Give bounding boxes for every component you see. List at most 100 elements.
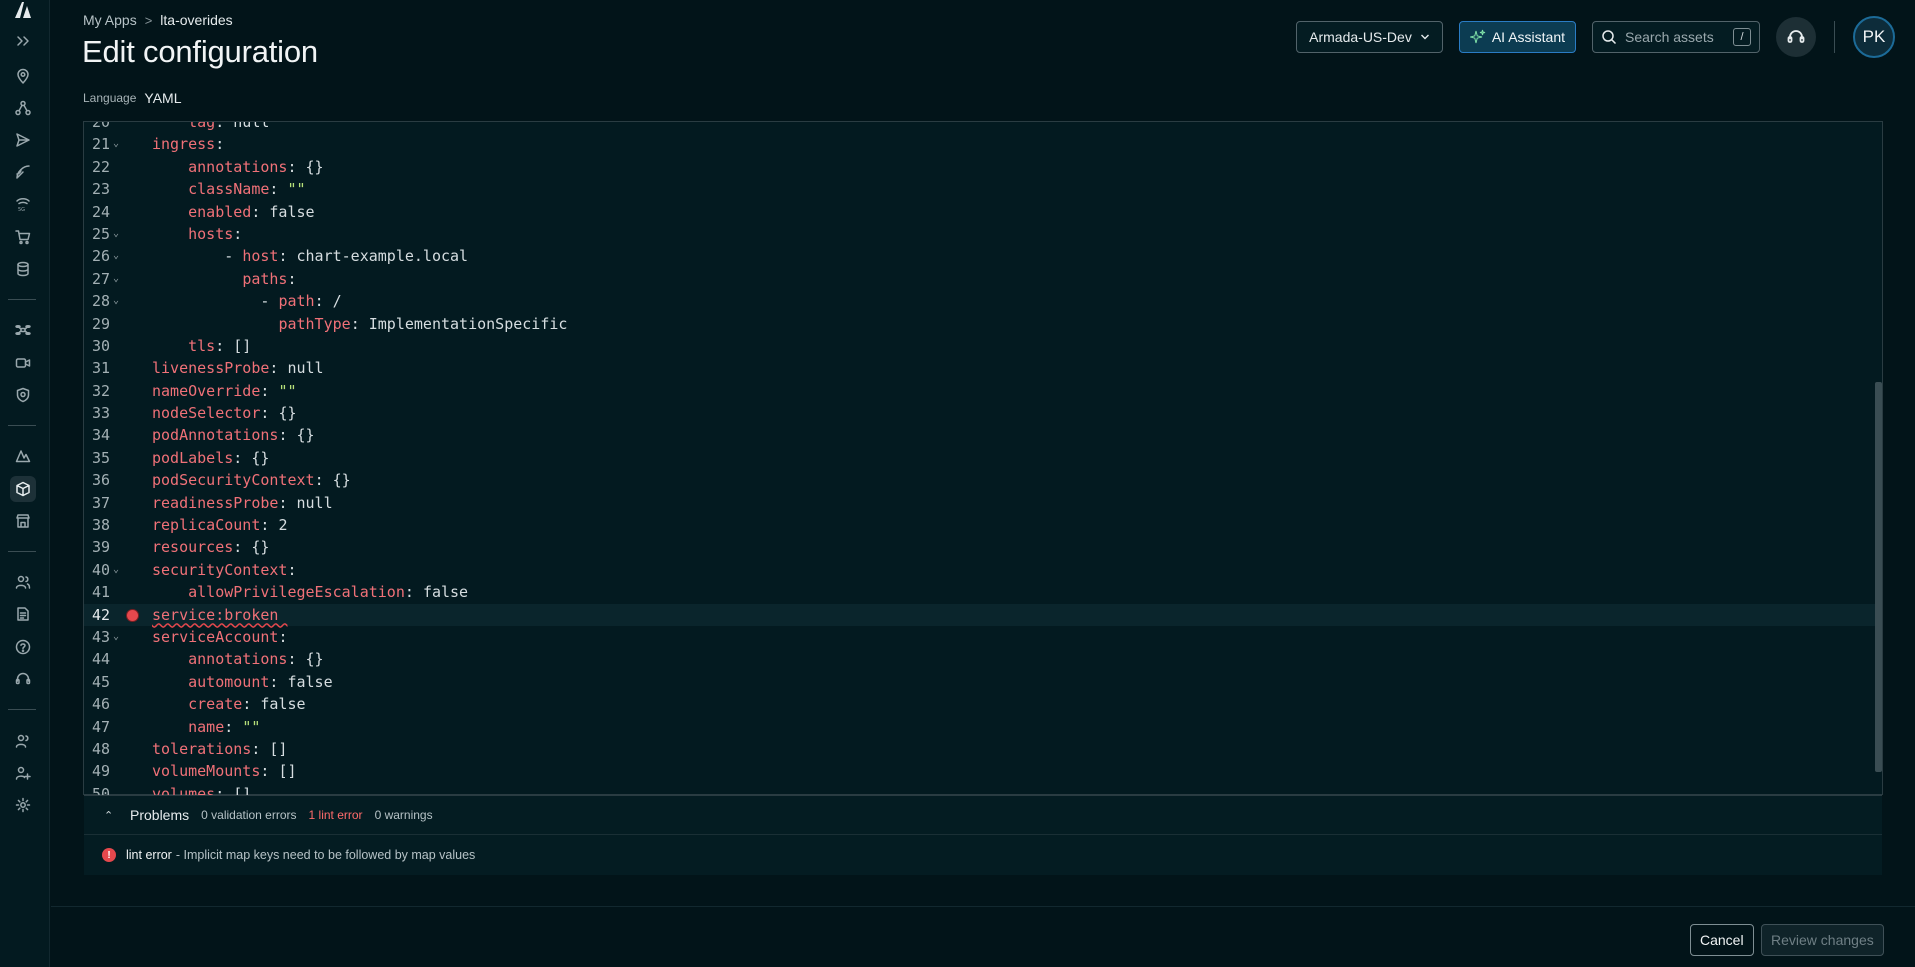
code-text: podLabels: {}: [152, 447, 269, 469]
ai-assistant-button[interactable]: AI Assistant: [1458, 21, 1576, 53]
language-row: Language YAML: [83, 90, 181, 106]
page-title: Edit configuration: [82, 34, 318, 69]
database-icon[interactable]: [10, 256, 36, 282]
terrain-icon[interactable]: [10, 443, 36, 469]
avatar[interactable]: PK: [1853, 16, 1895, 58]
review-changes-button[interactable]: Review changes: [1761, 924, 1884, 956]
help-icon[interactable]: [10, 634, 36, 660]
line-number: 49: [91, 762, 110, 781]
apps-box-icon[interactable]: [10, 476, 36, 502]
code-line[interactable]: 21 ⌄ ingress:: [84, 133, 1882, 155]
code-line[interactable]: 47 name: "": [84, 716, 1882, 738]
fold-chevron-icon[interactable]: ⌄: [113, 559, 119, 581]
editor-scrollbar[interactable]: [1875, 382, 1882, 772]
code-line[interactable]: 45 automount: false: [84, 671, 1882, 693]
fold-chevron-icon[interactable]: ⌄: [113, 223, 119, 245]
code-line[interactable]: 40 ⌄ securityContext:: [84, 559, 1882, 581]
environment-select[interactable]: Armada-US-Dev: [1296, 21, 1443, 53]
code-text: readinessProbe: null: [152, 492, 333, 514]
code-line[interactable]: 49 volumeMounts: []: [84, 760, 1882, 782]
code-line[interactable]: 43 ⌄ serviceAccount:: [84, 626, 1882, 648]
problems-header[interactable]: ⌃ Problems 0 validation errors 1 lint er…: [84, 796, 1882, 835]
yaml-value: {}: [296, 426, 315, 445]
code-error-text: service:broken: [152, 605, 288, 624]
code-line[interactable]: 38 replicaCount: 2: [84, 514, 1882, 536]
add-user-icon[interactable]: [10, 760, 36, 786]
language-label: Language: [83, 91, 137, 105]
lint-error-marker-icon[interactable]: [127, 609, 138, 621]
code-line[interactable]: 27 ⌄ paths:: [84, 268, 1882, 290]
code-line[interactable]: 32 nameOverride: "": [84, 380, 1882, 402]
marketplace-icon[interactable]: [10, 508, 36, 534]
yaml-editor[interactable]: 20 tag: null 21 ⌄ ingress: 22 annotations: …: [83, 121, 1883, 875]
sidebar-divider: [8, 425, 36, 426]
docs-icon[interactable]: [10, 601, 36, 627]
settings-icon[interactable]: [10, 792, 36, 818]
satellite-dish-icon[interactable]: [10, 159, 36, 185]
breadcrumb-my-apps[interactable]: My Apps: [83, 12, 137, 28]
send-icon[interactable]: [10, 127, 36, 153]
code-line[interactable]: 39 resources: {}: [84, 536, 1882, 558]
yaml-key: ingress: [152, 135, 216, 154]
drone-icon[interactable]: [10, 317, 36, 343]
code-line[interactable]: 42 service:broken: [84, 603, 1882, 626]
chevron-up-icon[interactable]: ⌃: [104, 809, 118, 822]
code-line[interactable]: 20 tag: null: [84, 122, 1882, 133]
yaml-value: null: [296, 493, 333, 512]
fold-chevron-icon[interactable]: ⌄: [113, 290, 119, 312]
ai-assistant-label: AI Assistant: [1491, 29, 1565, 45]
code-line[interactable]: 33 nodeSelector: {}: [84, 402, 1882, 424]
fold-chevron-icon[interactable]: ⌄: [113, 133, 119, 155]
code-line[interactable]: 23 className: "": [84, 178, 1882, 200]
camera-icon[interactable]: [10, 350, 36, 376]
yaml-colon: :: [278, 493, 297, 512]
yaml-colon: :: [215, 122, 234, 131]
code-line[interactable]: 30 tls: []: [84, 335, 1882, 357]
fold-chevron-icon[interactable]: ⌄: [113, 245, 119, 267]
code-line[interactable]: 41 allowPrivilegeEscalation: false: [84, 581, 1882, 603]
support-icon[interactable]: [10, 666, 36, 692]
code-line[interactable]: 46 create: false: [84, 693, 1882, 715]
problem-kind: lint error: [126, 848, 172, 862]
location-pin-icon[interactable]: [10, 63, 36, 89]
code-line[interactable]: 28 ⌄ - path: /: [84, 290, 1882, 312]
fold-chevron-icon[interactable]: ⌄: [113, 626, 119, 648]
network-icon[interactable]: [10, 95, 36, 121]
code-line[interactable]: 36 podSecurityContext: {}: [84, 469, 1882, 491]
search-box[interactable]: /: [1592, 21, 1760, 53]
yaml-colon: :: [269, 180, 288, 199]
code-line[interactable]: 24 enabled: false: [84, 201, 1882, 223]
search-input[interactable]: [1625, 29, 1725, 45]
code-line[interactable]: 22 annotations: {}: [84, 156, 1882, 178]
code-line[interactable]: 48 tolerations: []: [84, 738, 1882, 760]
line-number: 31: [91, 359, 110, 378]
code-line[interactable]: 37 readinessProbe: null: [84, 492, 1882, 514]
problem-item[interactable]: ! lint error - Implicit map keys need to…: [84, 835, 1882, 875]
5g-icon[interactable]: 5G: [10, 191, 36, 217]
code-line[interactable]: 34 podAnnotations: {}: [84, 424, 1882, 446]
shield-icon[interactable]: [10, 382, 36, 408]
code-line[interactable]: 50 volumes: []: [84, 783, 1882, 796]
team-icon[interactable]: [10, 728, 36, 754]
search-icon: [1602, 30, 1617, 45]
code-line[interactable]: 25 ⌄ hosts:: [84, 223, 1882, 245]
users-icon[interactable]: [10, 569, 36, 595]
code-text: automount: false: [152, 671, 333, 693]
code-line[interactable]: 26 ⌄ - host: chart-example.local: [84, 245, 1882, 267]
cart-icon[interactable]: [10, 224, 36, 250]
support-headset-button[interactable]: [1776, 17, 1816, 57]
cancel-button[interactable]: Cancel: [1690, 924, 1754, 956]
fold-chevron-icon[interactable]: ⌄: [113, 268, 119, 290]
expand-icon[interactable]: [10, 28, 36, 54]
code-line[interactable]: 31 livenessProbe: null: [84, 357, 1882, 379]
code-line[interactable]: 35 podLabels: {}: [84, 447, 1882, 469]
code-line[interactable]: 29 pathType: ImplementationSpecific: [84, 313, 1882, 335]
code-line[interactable]: 44 annotations: {}: [84, 648, 1882, 670]
yaml-value: {}: [305, 157, 324, 176]
code-area[interactable]: 20 tag: null 21 ⌄ ingress: 22 annotations: …: [84, 122, 1882, 796]
yaml-key: podLabels: [152, 448, 234, 467]
yaml-key: enabled: [188, 202, 252, 221]
line-number: 30: [91, 336, 110, 355]
breadcrumb: My Apps > lta-overides: [83, 12, 233, 28]
